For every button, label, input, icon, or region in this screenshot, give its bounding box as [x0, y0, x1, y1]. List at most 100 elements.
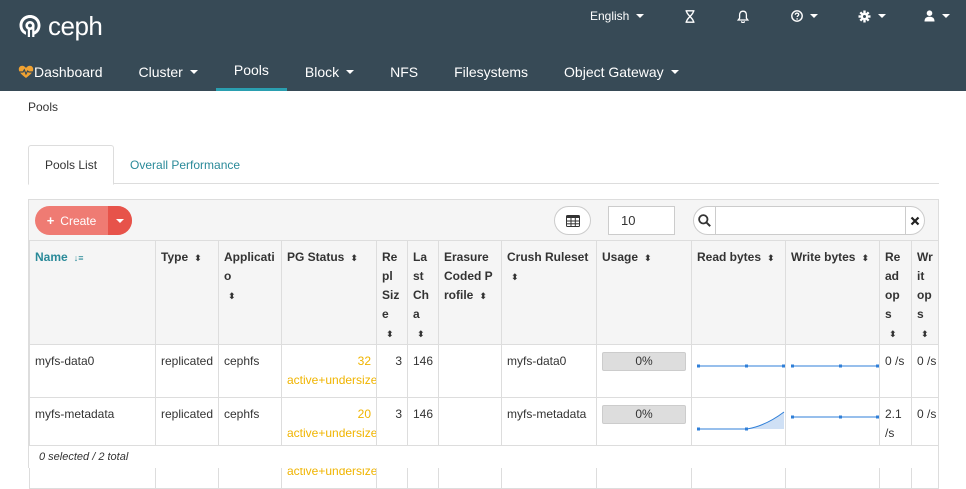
- col-usage-label: Usage: [602, 250, 639, 264]
- create-dropdown-toggle[interactable]: [108, 206, 132, 235]
- plus-icon: +: [46, 213, 55, 228]
- col-read-bytes-label: Read bytes: [697, 250, 762, 264]
- cell-write-ops: 0 /s: [911, 344, 939, 398]
- write-bytes-sparkline: [791, 364, 879, 368]
- cell-pg-status: 32 active+undersize: [281, 344, 377, 398]
- table-row[interactable]: myfs-data0 replicated cephfs 32 active+u…: [29, 344, 939, 398]
- tab-overall-performance[interactable]: Overall Performance: [114, 145, 256, 184]
- col-header-type[interactable]: Type ⬍: [155, 240, 219, 345]
- user-icon: [924, 10, 935, 22]
- col-header-read-ops[interactable]: Read ops ⬍: [879, 240, 912, 345]
- col-header-pg-status[interactable]: PG Status ⬍: [281, 240, 377, 345]
- breadcrumb: Pools: [28, 100, 59, 114]
- read-bytes-sparkline: [697, 364, 785, 368]
- table-columns-icon: [565, 214, 580, 227]
- nav-cluster[interactable]: Cluster: [121, 52, 216, 91]
- cell-last-change: 146: [407, 397, 439, 489]
- col-header-application[interactable]: Applicatio ⬍: [218, 240, 282, 345]
- cell-read-bytes: [691, 397, 786, 489]
- col-header-last-change[interactable]: Last Cha ⬍: [407, 240, 439, 345]
- col-type-label: Type: [161, 250, 189, 264]
- chevron-down-icon: [116, 218, 124, 223]
- tasks-button[interactable]: [684, 0, 696, 32]
- col-header-write-ops[interactable]: Writ ops ⬍: [911, 240, 939, 345]
- table-row[interactable]: myfs-metadata replicated cephfs 20 activ…: [29, 397, 939, 489]
- chevron-down-icon: [942, 14, 950, 18]
- sort-icon: ⬍: [767, 253, 775, 263]
- notifications-button[interactable]: [737, 0, 749, 32]
- col-header-read-bytes[interactable]: Read bytes ⬍: [691, 240, 786, 345]
- usage-bar: 0%: [602, 352, 686, 371]
- user-menu[interactable]: [924, 0, 950, 32]
- cell-write-bytes: [785, 397, 880, 489]
- cell-usage: 0%: [596, 397, 692, 489]
- cell-last-change: 146: [407, 344, 439, 398]
- nav-block[interactable]: Block: [287, 52, 372, 91]
- write-bytes-sparkline: [791, 415, 879, 419]
- chevron-down-icon: [670, 69, 679, 74]
- pg-state: active+undersize: [287, 426, 377, 440]
- nav-pools[interactable]: Pools: [215, 52, 287, 91]
- pg-count: 32: [357, 354, 371, 368]
- tab-pools-list[interactable]: Pools List: [28, 145, 115, 185]
- chevron-down-icon: [636, 14, 645, 18]
- col-header-usage[interactable]: Usage ⬍: [596, 240, 692, 345]
- gear-icon: [858, 10, 871, 22]
- pools-table-panel: + Create 10 Name ↓≡ Type ⬍ Applicatio ⬍ …: [28, 199, 939, 489]
- col-header-crush-ruleset[interactable]: Crush Ruleset ⬍: [501, 240, 597, 345]
- chevron-down-icon: [346, 69, 355, 74]
- close-icon: [910, 216, 920, 225]
- col-header-name[interactable]: Name ↓≡: [29, 240, 156, 345]
- heartbeat-icon: [18, 65, 34, 78]
- help-menu[interactable]: [791, 0, 818, 32]
- cell-pg-status: 20 active+undersize 12 active+undersize: [281, 397, 377, 489]
- ceph-logo-icon: [19, 15, 41, 37]
- cell-replica-size: 3: [376, 397, 408, 489]
- cell-erasure-profile: [438, 344, 502, 398]
- cell-application: cephfs: [218, 344, 282, 398]
- nav-dashboard[interactable]: Dashboard: [0, 52, 121, 91]
- chevron-down-icon: [878, 14, 886, 18]
- settings-menu[interactable]: [858, 0, 886, 32]
- cell-crush-ruleset: myfs-metadata: [501, 397, 597, 489]
- create-button[interactable]: + Create: [35, 206, 108, 235]
- col-read-ops-label: Read ops: [885, 250, 901, 321]
- col-pg-status-label: PG Status: [287, 250, 345, 264]
- col-name-label: Name: [35, 250, 68, 264]
- nav-dashboard-label: Dashboard: [34, 63, 103, 80]
- sort-icon: ⬍: [417, 329, 425, 339]
- page-size-input[interactable]: [608, 206, 675, 235]
- read-bytes-sparkline: [697, 411, 785, 431]
- nav-nfs[interactable]: NFS: [372, 52, 436, 91]
- language-selector[interactable]: English: [590, 0, 645, 32]
- sort-icon: ⬍: [194, 253, 202, 263]
- chevron-down-icon: [189, 69, 198, 74]
- nav-object-gateway[interactable]: Object Gateway: [546, 52, 697, 91]
- search-icon: [694, 207, 716, 234]
- hourglass-icon: [685, 9, 695, 23]
- create-label: Create: [60, 213, 97, 228]
- clear-search-button[interactable]: [904, 207, 924, 234]
- col-header-erasure-profile[interactable]: Erasure Coded Profile ⬍: [438, 240, 502, 345]
- search-input[interactable]: [715, 207, 905, 234]
- brand-name: ceph: [48, 10, 103, 41]
- col-header-write-bytes[interactable]: Write bytes ⬍: [785, 240, 880, 345]
- search-group: [693, 206, 925, 235]
- table-header-row: Name ↓≡ Type ⬍ Applicatio ⬍ PG Status ⬍ Repl…: [29, 240, 939, 345]
- top-navbar: ceph English Dashboard Cluster Pools Blo…: [0, 0, 966, 91]
- nav-object-gateway-label: Object Gateway: [564, 63, 664, 80]
- tabs: Pools List Overall Performance: [28, 145, 939, 185]
- sort-icon: ⬍: [511, 272, 519, 282]
- col-header-replica-size[interactable]: Repl Size ⬍: [376, 240, 408, 345]
- cell-usage: 0%: [596, 344, 692, 398]
- cell-name: myfs-metadata: [29, 397, 156, 489]
- cell-crush-ruleset: myfs-data0: [501, 344, 597, 398]
- column-toggle-button[interactable]: [554, 206, 591, 235]
- nav-filesystems[interactable]: Filesystems: [436, 52, 546, 91]
- create-button-group: + Create: [35, 206, 132, 235]
- sort-icon: ⬍: [228, 291, 236, 301]
- brand[interactable]: ceph: [18, 10, 103, 42]
- cell-name: myfs-data0: [29, 344, 156, 398]
- cell-read-ops: 0 /s: [879, 344, 912, 398]
- bell-icon: [737, 10, 749, 23]
